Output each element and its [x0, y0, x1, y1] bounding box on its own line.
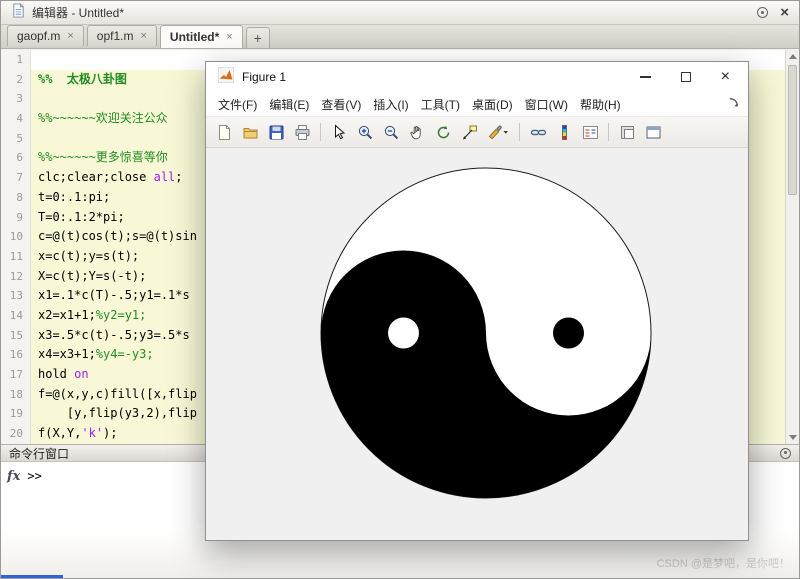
- new-tab-button[interactable]: +: [245, 27, 270, 48]
- link-plots-icon[interactable]: [526, 120, 550, 144]
- tab-close-icon[interactable]: ×: [140, 30, 146, 42]
- zoom-in-icon[interactable]: [353, 120, 377, 144]
- line-number: 19: [1, 404, 31, 425]
- line-number: 10: [1, 227, 31, 247]
- minimize-icon[interactable]: [639, 76, 651, 78]
- line-number: 9: [1, 207, 31, 228]
- tab-label: Untitled*: [169, 30, 220, 44]
- data-cursor-icon[interactable]: [457, 120, 481, 144]
- figure-window-controls: ×: [639, 69, 736, 85]
- window-controls: ×: [757, 5, 789, 20]
- line-number: 12: [1, 266, 31, 287]
- menu-file[interactable]: 文件(F): [212, 93, 263, 116]
- editor-tab-opf1m[interactable]: opf1.m ×: [86, 25, 157, 46]
- zoom-out-icon[interactable]: [379, 120, 403, 144]
- close-window-icon[interactable]: ×: [780, 5, 789, 20]
- line-number: 3: [1, 89, 31, 110]
- toolbar-separator: [320, 123, 321, 141]
- watermark: CSDN @是梦吧，是你吧！: [656, 558, 790, 570]
- editor-app-icon: [11, 2, 26, 23]
- toolbar-separator: [519, 123, 520, 141]
- menu-window[interactable]: 窗口(W): [519, 93, 574, 116]
- window-layout-icon[interactable]: [641, 120, 665, 144]
- menu-edit[interactable]: 编辑(E): [263, 93, 315, 116]
- scrollbar-up-icon[interactable]: [788, 54, 797, 59]
- title-bar: 编辑器 - Untitled* ×: [1, 1, 799, 25]
- figure-toolbar: [206, 117, 748, 148]
- editor-tab-gaopfm[interactable]: gaopf.m ×: [7, 25, 84, 46]
- tab-close-icon[interactable]: ×: [226, 31, 232, 43]
- float-window-icon[interactable]: [757, 7, 769, 18]
- figure-menu-bar: 文件(F) 编辑(E) 查看(V) 插入(I) 工具(T) 桌面(D) 窗口(W) 帮助(H): [206, 92, 748, 117]
- dock-window-icon[interactable]: [615, 120, 639, 144]
- window-title: 编辑器 - Untitled*: [32, 6, 125, 20]
- line-number: 4: [1, 109, 31, 129]
- scrollbar-down-icon[interactable]: [789, 435, 797, 440]
- menu-desktop[interactable]: 桌面(D): [466, 93, 519, 116]
- insert-colorbar-icon[interactable]: [552, 120, 576, 144]
- dock-figure-arrow-icon[interactable]: [727, 96, 742, 112]
- line-number: 1: [1, 50, 31, 70]
- fx-badge: fx: [7, 469, 21, 484]
- cursor-arrow-icon[interactable]: [327, 120, 351, 144]
- menu-view[interactable]: 查看(V): [315, 93, 367, 116]
- figure-window[interactable]: Figure 1 × 文件(F) 编辑(E) 查看(V) 插入(I) 工具(T) 桌面(D…: [205, 61, 749, 541]
- matlab-editor-window: 编辑器 - Untitled* × gaopf.m × opf1.m × Untitle…: [0, 0, 800, 579]
- tab-label: gaopf.m: [17, 29, 61, 43]
- save-icon[interactable]: [264, 120, 288, 144]
- taiji-plot: [320, 167, 652, 499]
- taiji-white-dot: [388, 317, 419, 349]
- tab-label: opf1.m: [96, 29, 134, 43]
- tab-bar: gaopf.m × opf1.m × Untitled* × +: [1, 25, 799, 49]
- taiji-black-dot: [553, 317, 584, 349]
- figure-title: Figure 1: [242, 70, 287, 84]
- line-number: 15: [1, 325, 31, 346]
- insert-legend-icon[interactable]: [578, 120, 602, 144]
- maximize-icon[interactable]: [680, 72, 691, 82]
- line-number: 11: [1, 246, 31, 267]
- line-number: 2: [1, 69, 31, 90]
- tabs-container: gaopf.m × opf1.m × Untitled* ×: [7, 25, 246, 48]
- menu-tools[interactable]: 工具(T): [415, 93, 466, 116]
- bottom-accent: [1, 575, 63, 578]
- open-file-icon[interactable]: [238, 120, 262, 144]
- float-panel-icon[interactable]: [780, 447, 791, 459]
- line-number: 5: [1, 128, 31, 149]
- tab-close-icon[interactable]: ×: [67, 30, 73, 42]
- toolbar-separator: [608, 123, 609, 141]
- line-number: 13: [1, 286, 31, 306]
- brush-icon[interactable]: [483, 120, 513, 144]
- line-number: 8: [1, 187, 31, 208]
- close-icon[interactable]: ×: [721, 69, 730, 85]
- editor-scrollbar[interactable]: [785, 50, 799, 444]
- menu-insert[interactable]: 插入(I): [367, 93, 414, 116]
- command-window-title: 命令行窗口: [9, 446, 70, 461]
- line-number: 20: [1, 424, 31, 444]
- print-icon[interactable]: [290, 120, 314, 144]
- rotate-3d-icon[interactable]: [431, 120, 455, 144]
- new-document-icon[interactable]: [212, 120, 236, 144]
- menu-help[interactable]: 帮助(H): [574, 93, 627, 116]
- command-prompt[interactable]: >>: [27, 469, 41, 483]
- line-number: 14: [1, 305, 31, 326]
- line-number: 18: [1, 384, 31, 405]
- scrollbar-thumb[interactable]: [788, 65, 797, 195]
- figure-canvas: [206, 148, 748, 540]
- line-number: 7: [1, 168, 31, 188]
- figure-menu-items: 文件(F) 编辑(E) 查看(V) 插入(I) 工具(T) 桌面(D) 窗口(W) 帮助(H): [212, 93, 627, 116]
- pan-hand-icon[interactable]: [405, 120, 429, 144]
- line-number: 6: [1, 148, 31, 169]
- figure-title-bar[interactable]: Figure 1 ×: [206, 62, 748, 92]
- line-number: 17: [1, 365, 31, 385]
- line-number: 16: [1, 345, 31, 365]
- matlab-figure-icon: [217, 66, 235, 88]
- editor-tab-untitled[interactable]: Untitled* ×: [159, 25, 243, 48]
